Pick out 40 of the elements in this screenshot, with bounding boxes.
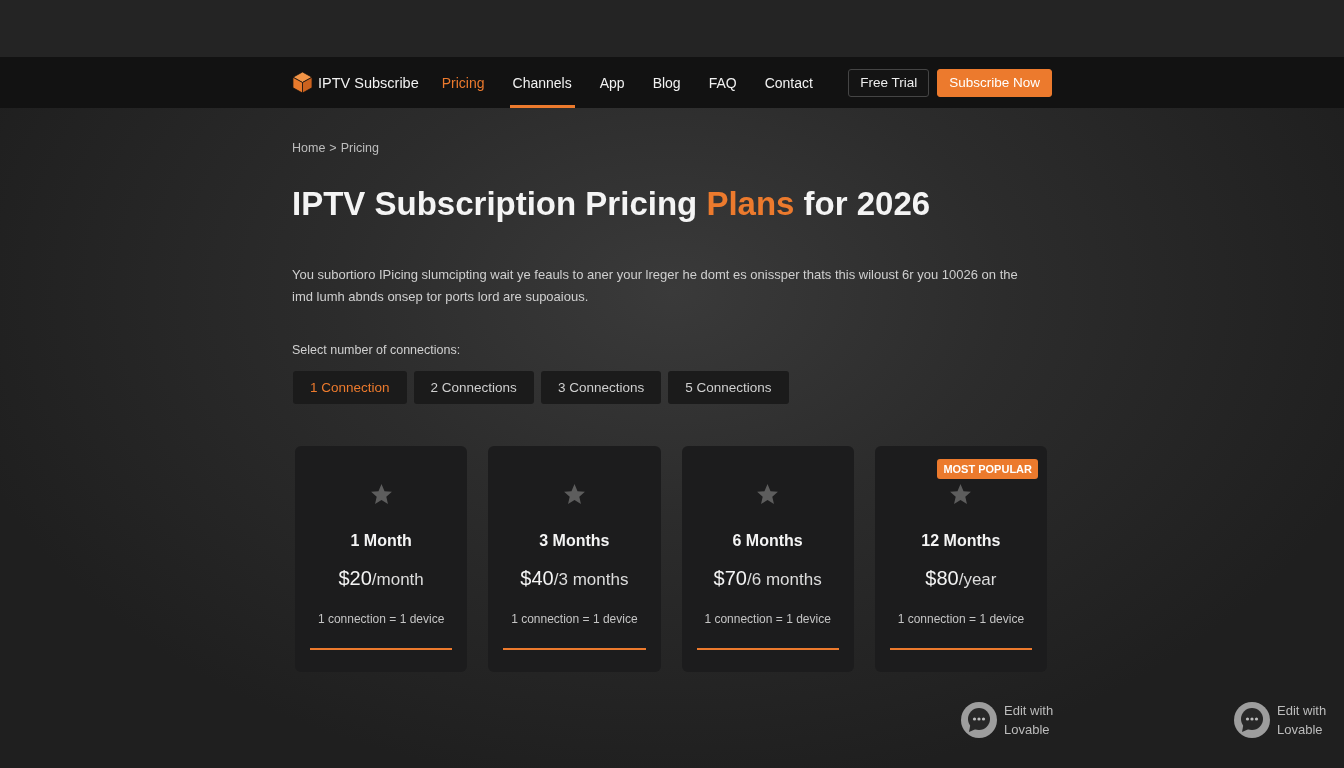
breadcrumb-current: Pricing (340, 140, 379, 156)
edit-link[interactable]: Edit with Lovable (961, 701, 1066, 739)
nav-link[interactable]: Channels (509, 57, 575, 108)
plan-note: 1 connection = 1 device (317, 611, 445, 627)
star-icon (757, 484, 779, 504)
nav-link[interactable]: Blog (649, 57, 684, 108)
breadcrumb-link[interactable]: Home (292, 140, 326, 156)
plan-name: 3 Months (539, 531, 610, 551)
cube-logo-icon (292, 71, 313, 94)
chat-bubble-icon (1234, 702, 1270, 738)
plan-price: $40/3 months (520, 566, 629, 591)
nav-link[interactable]: App (596, 57, 628, 108)
popular-badge: MOST POPULAR (937, 459, 1038, 479)
nav-link[interactable]: Contact (761, 57, 816, 108)
connection-tab[interactable]: 1 Connection (293, 371, 407, 404)
star-icon (563, 484, 585, 504)
page-title: IPTV Subscription Pricing Plans for 2026 (292, 184, 932, 224)
plan-name: 12 Months (921, 531, 1001, 551)
brand-name[interactable]: IPTV Subscribe (318, 74, 419, 91)
nav-link[interactable]: Pricing (438, 57, 488, 108)
plan-price: $20/month (338, 566, 424, 591)
intro-text: You subortioro IPicing slumcipting wait ye feauls to aner your lreger he domt es onissper thats this wiloust 6r you 10026 on the imd lumh abnds onsep tor ports lord are supoaious. (292, 266, 1019, 306)
connections-label: Select number of connections: (292, 342, 462, 358)
chat-bubble-icon (961, 702, 997, 738)
star-icon (950, 484, 972, 504)
star-icon (370, 484, 392, 504)
plan-note: 1 connection = 1 device (897, 611, 1025, 627)
edit-link[interactable]: Edit with Lovable (1234, 701, 1339, 739)
plan-note: 1 connection = 1 device (704, 611, 831, 627)
connection-tab[interactable]: 2 Connections (413, 371, 534, 404)
connection-tab[interactable]: 3 Connections (540, 371, 662, 404)
plan-name: 6 Months (732, 531, 803, 551)
nav-link[interactable]: FAQ (705, 57, 740, 108)
breadcrumb-separator: > (329, 140, 337, 156)
plan-note: 1 connection = 1 device (511, 611, 638, 627)
plan-price: $70/6 months (713, 566, 822, 591)
plan-price: $80/year (925, 566, 997, 591)
connection-tab[interactable]: 5 Connections (668, 371, 789, 404)
plan-name: 1 Month (350, 531, 412, 551)
secondary-button[interactable]: Free Trial (848, 68, 930, 97)
